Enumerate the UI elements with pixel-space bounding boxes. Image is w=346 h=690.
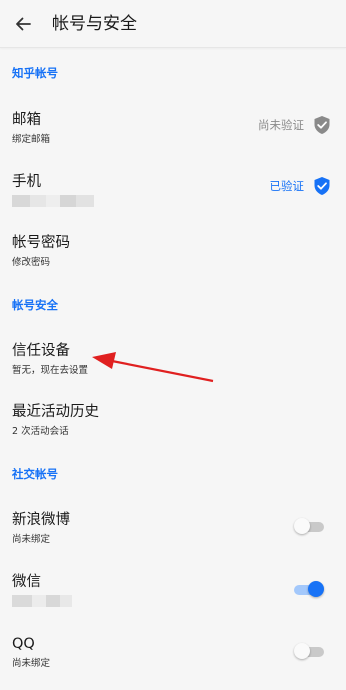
phone-label: 手机 — [12, 174, 41, 190]
back-button[interactable] — [10, 11, 36, 37]
password-sub: 修改密码 — [12, 257, 51, 268]
email-label: 邮箱 — [12, 112, 41, 128]
section-header-account-security: 帐号安全 — [12, 298, 58, 312]
trusted-devices-sub: 暂无，现在去设置 — [12, 365, 89, 376]
section-header-zhihu-account: 知乎帐号 — [12, 66, 58, 80]
phone-status: 已验证 — [269, 179, 305, 193]
phone-row[interactable]: 手机 已验证 — [0, 172, 346, 228]
weibo-label: 新浪微博 — [12, 512, 70, 528]
trusted-devices-row[interactable]: 信任设备 暂无，现在去设置 — [0, 341, 346, 397]
recent-activity-sub: 2 次活动会话 — [12, 426, 69, 437]
email-sub: 绑定邮箱 — [12, 134, 51, 145]
qq-row[interactable]: QQ 尚未绑定 — [0, 634, 346, 690]
weibo-toggle[interactable] — [294, 518, 324, 534]
password-label: 帐号密码 — [12, 235, 70, 251]
recent-activity-label: 最近活动历史 — [12, 404, 99, 420]
account-password-row[interactable]: 帐号密码 修改密码 — [0, 233, 346, 289]
shield-check-icon — [314, 177, 330, 195]
section-header-social-accounts: 社交帐号 — [12, 467, 58, 481]
top-bar: 帐号与安全 — [0, 0, 346, 48]
annotation-arrow — [92, 352, 214, 383]
phone-number-masked — [12, 195, 94, 207]
wechat-toggle[interactable] — [294, 581, 324, 597]
weibo-row[interactable]: 新浪微博 尚未绑定 — [0, 510, 346, 566]
wechat-label: 微信 — [12, 574, 41, 590]
email-status: 尚未验证 — [258, 118, 304, 132]
wechat-id-masked — [12, 595, 72, 607]
qq-sub: 尚未绑定 — [12, 658, 51, 669]
arrow-left-icon — [16, 17, 31, 31]
page-title: 帐号与安全 — [52, 14, 137, 34]
recent-activity-row[interactable]: 最近活动历史 2 次活动会话 — [0, 402, 346, 458]
qq-label: QQ — [12, 636, 35, 652]
email-row[interactable]: 邮箱 绑定邮箱 尚未验证 — [0, 110, 346, 166]
qq-toggle[interactable] — [294, 643, 324, 659]
shield-check-icon — [314, 116, 330, 134]
wechat-row[interactable]: 微信 — [0, 572, 346, 628]
trusted-devices-label: 信任设备 — [12, 343, 70, 359]
weibo-sub: 尚未绑定 — [12, 534, 51, 545]
